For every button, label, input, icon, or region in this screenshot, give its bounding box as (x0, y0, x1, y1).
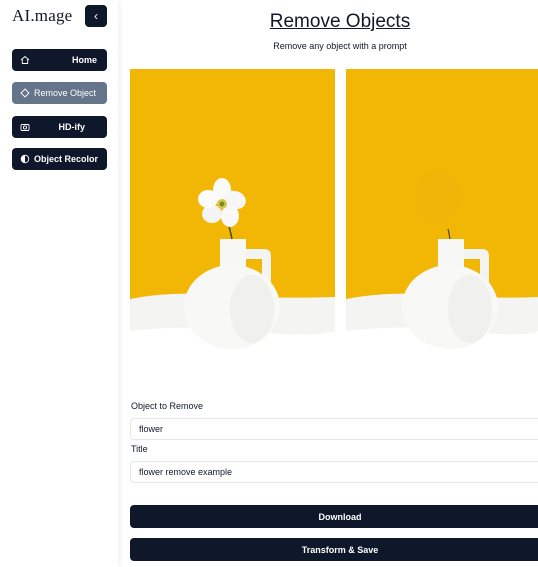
object-to-remove-label: Object to Remove (131, 401, 204, 411)
sidebar-item-home[interactable]: Home (12, 49, 107, 71)
download-button[interactable]: Download (130, 505, 538, 528)
sidebar-item-label: HD-ify (58, 122, 86, 132)
app-logo[interactable]: AI.mage (12, 6, 72, 26)
home-icon (20, 55, 30, 65)
collapse-sidebar-button[interactable]: ‹ (85, 5, 107, 27)
sidebar: AI.mage ‹ Home Remove Object HD-ify Obje… (0, 0, 118, 567)
sidebar-item-label: Remove Object (34, 88, 97, 98)
sidebar-item-label: Object Recolor (34, 154, 99, 164)
page-subtitle: Remove any object with a prompt (273, 41, 407, 51)
logo-row: AI.mage (12, 6, 72, 26)
object-to-remove-input[interactable]: flower (130, 418, 538, 440)
transform-save-button[interactable]: Transform & Save (130, 538, 538, 561)
page-title: Remove Objects (269, 11, 411, 32)
chevron-left-icon: ‹ (94, 9, 98, 23)
sidebar-item-label: Home (71, 55, 97, 65)
original-image (130, 69, 335, 376)
camera-icon (20, 122, 30, 132)
title-label: Title (131, 444, 148, 454)
title-input[interactable]: flower remove example (130, 461, 538, 483)
result-image (346, 69, 538, 376)
eraser-icon (20, 88, 30, 98)
contrast-icon (20, 154, 30, 164)
sidebar-item-object-recolor[interactable]: Object Recolor (12, 148, 107, 170)
sidebar-item-remove-object[interactable]: Remove Object (12, 82, 107, 104)
sidebar-item-hd-ify[interactable]: HD-ify (12, 116, 107, 138)
